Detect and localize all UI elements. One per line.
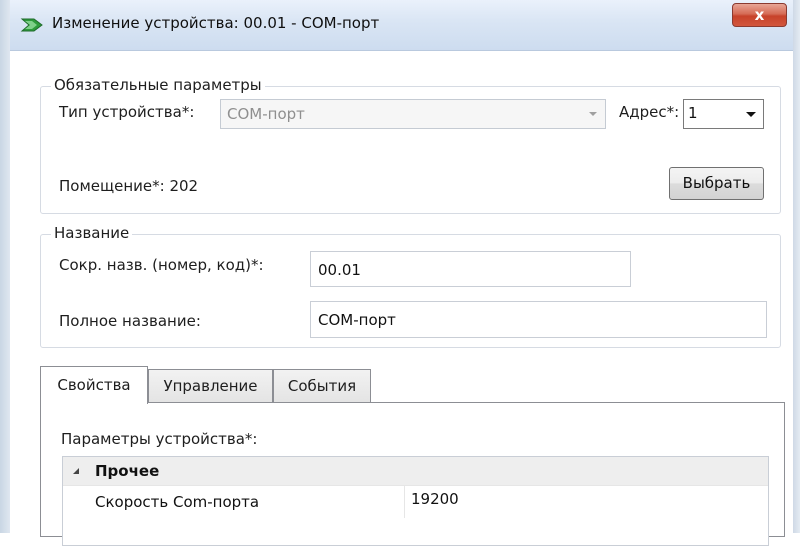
short-name-label: Сокр. назв. (номер, код)*: [59,256,264,274]
required-params-legend: Обязательные параметры [51,76,265,94]
desktop-edge-left [0,0,10,533]
property-row[interactable]: Скорость Com-порта 19200 [63,485,768,518]
column-divider [404,486,405,518]
device-params-header: Параметры устройства*: [61,430,258,448]
required-params-group: Обязательные параметры Тип устройства*: … [40,76,781,214]
tab-properties[interactable]: Свойства [40,366,148,404]
full-name-field[interactable]: COM-порт [310,301,767,338]
edit-device-dialog: Изменение устройства: 00.01 - COM-порт x… [10,0,793,546]
window-title: Изменение устройства: 00.01 - COM-порт [52,14,380,32]
category-label: Прочее [95,462,160,480]
address-label: Адрес*: [619,103,680,121]
expand-triangle-icon[interactable] [73,468,79,474]
full-name-value: COM-порт [318,311,396,329]
tab-properties-label: Свойства [57,376,131,394]
device-type-combo[interactable]: COM-порт [220,99,606,129]
name-group: Название Сокр. назв. (номер, код)*: 00.0… [40,224,781,348]
select-button-label: Выбрать [682,174,751,192]
tab-events[interactable]: События [273,369,371,402]
name-group-legend: Название [51,224,133,242]
tab-events-label: События [287,377,357,395]
short-name-value: 00.01 [318,261,361,279]
properties-tab-panel: Параметры устройства*: Прочее Скорость C… [40,402,785,546]
close-button[interactable]: x [732,3,787,27]
close-icon: x [754,6,765,24]
full-name-label: Полное название: [59,312,201,330]
chevron-down-icon [746,112,756,117]
property-name: Скорость Com-порта [95,493,260,511]
app-arrow-icon [20,18,43,32]
title-bar[interactable]: Изменение устройства: 00.01 - COM-порт x [10,0,793,51]
device-type-label: Тип устройства*: [59,103,195,121]
select-room-button[interactable]: Выбрать [669,167,764,200]
desktop-edge-right [793,0,800,533]
address-value: 1 [688,104,698,122]
short-name-field[interactable]: 00.01 [310,251,631,287]
room-label: Помещение*: 202 [59,177,199,195]
chevron-down-icon [589,112,597,116]
tab-control[interactable]: Управление [148,369,273,402]
tab-control-label: Управление [163,377,258,395]
dialog-content: Обязательные параметры Тип устройства*: … [10,51,793,546]
device-type-value: COM-порт [227,105,305,123]
property-value[interactable]: 19200 [411,490,459,508]
category-row[interactable]: Прочее [63,457,768,485]
address-combo[interactable]: 1 [683,99,764,129]
